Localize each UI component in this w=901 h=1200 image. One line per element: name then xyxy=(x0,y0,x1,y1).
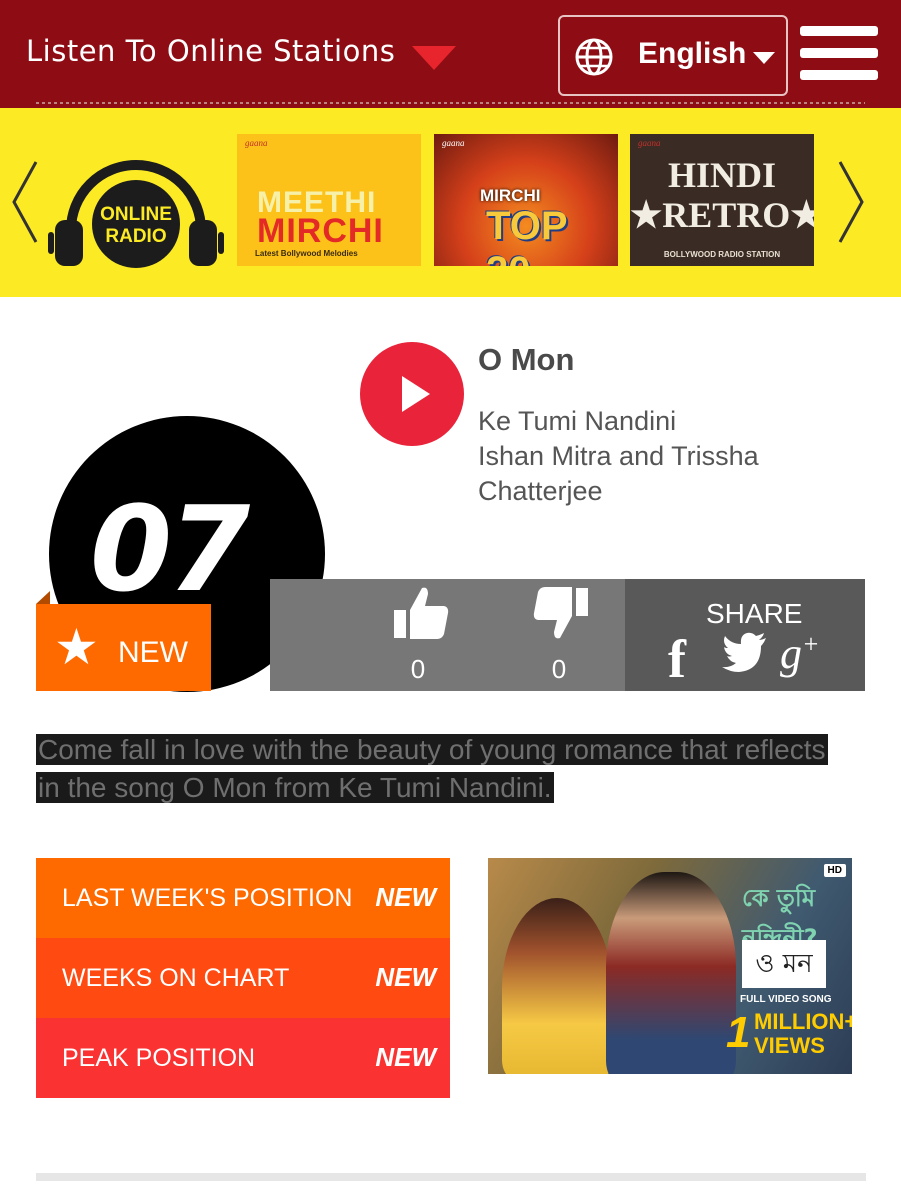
stations-carousel: ONLINE RADIO gaana MEETHI MIRCHI Latest … xyxy=(0,108,901,297)
globe-icon xyxy=(575,38,613,76)
google-plus-icon[interactable]: g+ xyxy=(780,628,820,679)
video-movie-title: কে তুমি নন্দিনী? xyxy=(742,884,818,952)
video-thumbnail[interactable]: HD কে তুমি নন্দিনী? ও মন FULL VIDEO SONG… xyxy=(488,858,852,1074)
stat-value: NEW xyxy=(375,882,436,912)
tile-title-1: HINDI xyxy=(667,155,777,195)
caret-down-icon[interactable] xyxy=(412,46,456,70)
stat-label: PEAK POSITION xyxy=(62,1044,256,1072)
dislike-count: 0 xyxy=(551,654,567,684)
stat-label: WEEKS ON CHART xyxy=(62,964,290,992)
online-radio-logo[interactable]: ONLINE RADIO xyxy=(45,156,227,272)
song-title[interactable]: O Mon xyxy=(478,342,574,378)
video-song-title: ও মন xyxy=(742,940,826,988)
chevron-left-icon[interactable] xyxy=(10,160,40,244)
star-icon: ★ xyxy=(54,618,99,676)
tile-title-2: ★RETRO★ xyxy=(630,195,814,235)
tile-brand: gaana xyxy=(638,138,661,148)
stat-label: LAST WEEK'S POSITION xyxy=(62,884,353,912)
logo-text-2: RADIO xyxy=(105,226,166,247)
badge-fold xyxy=(36,591,50,604)
tile-subtitle: Latest Bollywood Melodies xyxy=(255,249,358,258)
chevron-right-icon[interactable] xyxy=(836,160,866,244)
description-text: Come fall in love with the beauty of you… xyxy=(36,734,828,803)
video-full-label: FULL VIDEO SONG xyxy=(740,994,832,1005)
tile-title-1: MIRCHI xyxy=(480,186,541,205)
song-artists: Ishan Mitra and Trissha Chatterjee xyxy=(478,441,759,506)
song-description: Come fall in love with the beauty of you… xyxy=(36,731,836,807)
new-entry-badge: ★ NEW xyxy=(36,604,211,691)
stat-value: NEW xyxy=(375,962,436,992)
thumbs-down-icon[interactable] xyxy=(532,584,590,642)
stat-last-week-position: LAST WEEK'S POSITION NEW xyxy=(36,858,450,938)
chevron-down-icon xyxy=(753,52,775,64)
hamburger-menu-icon[interactable] xyxy=(800,26,878,80)
logo-text-1: ONLINE xyxy=(100,204,172,225)
stat-weeks-on-chart: WEEKS ON CHART NEW xyxy=(36,938,450,1018)
stations-dropdown-label[interactable]: Listen To Online Stations xyxy=(26,34,395,68)
hd-badge: HD xyxy=(823,864,846,877)
play-icon xyxy=(402,376,430,412)
top-bar: Listen To Online Stations English xyxy=(0,0,901,108)
language-selector[interactable]: English xyxy=(558,15,788,96)
header-divider xyxy=(36,102,865,106)
song-album: Ke Tumi Nandini xyxy=(478,406,677,436)
twitter-icon[interactable] xyxy=(722,630,768,674)
thumbs-up-icon[interactable] xyxy=(392,584,450,642)
like-count: 0 xyxy=(410,654,426,684)
section-divider xyxy=(36,1173,866,1181)
song-meta: Ke Tumi Nandini Ishan Mitra and Trissha … xyxy=(478,404,858,509)
chart-rank: 07 xyxy=(90,480,250,618)
station-tile-hindi-retro[interactable]: gaana HINDI ★RETRO★ BOLLYWOOD RADIO STAT… xyxy=(630,134,814,266)
tile-brand: gaana xyxy=(442,138,465,148)
station-tile-mirchi-top-20[interactable]: gaana MIRCHI TOP 20 xyxy=(434,134,618,266)
share-label: SHARE xyxy=(706,598,803,629)
tile-brand: gaana xyxy=(245,138,268,148)
tile-subtitle: BOLLYWOOD RADIO STATION xyxy=(663,250,781,259)
video-views-label: MILLION+ VIEWS xyxy=(754,1009,852,1058)
station-tile-meethi-mirchi[interactable]: gaana MEETHI MIRCHI Latest Bollywood Mel… xyxy=(237,134,421,266)
video-figure-1 xyxy=(502,898,612,1074)
tile-title-2: MIRCHI xyxy=(257,212,384,250)
stat-peak-position: PEAK POSITION NEW xyxy=(36,1018,450,1098)
stat-value: NEW xyxy=(375,1042,436,1072)
language-label: English xyxy=(638,37,747,70)
play-button[interactable] xyxy=(360,342,464,446)
video-views-number: 1 xyxy=(726,1008,751,1057)
video-figure-2 xyxy=(606,872,736,1074)
badge-label: NEW xyxy=(118,636,188,669)
tile-title-2: TOP 20 xyxy=(486,204,567,266)
facebook-icon[interactable]: f xyxy=(668,628,686,690)
